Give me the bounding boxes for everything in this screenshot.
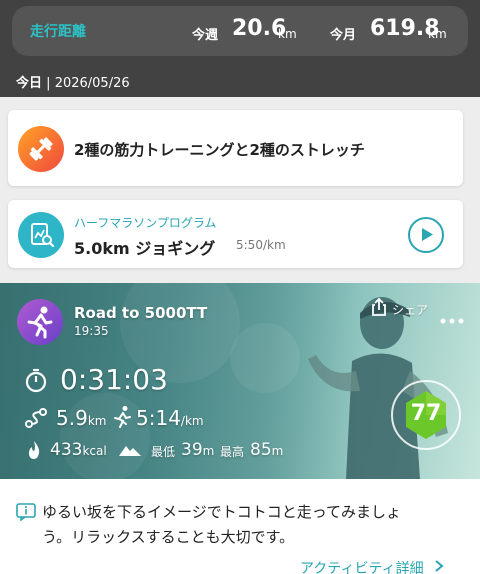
advice-message: ゆるい坂を下るイメージでトコトコと走ってみましょ う。リラックスすることも大切で… bbox=[42, 500, 462, 550]
program-pace: 5:50/km bbox=[236, 238, 286, 252]
play-button[interactable] bbox=[408, 217, 444, 253]
today-date-value: 2026/05/26 bbox=[54, 76, 130, 91]
share-icon bbox=[372, 297, 386, 316]
flame-icon bbox=[29, 441, 40, 459]
elevation-min-label: 最低 bbox=[151, 445, 176, 459]
route-icon bbox=[25, 408, 47, 428]
calories-unit: kcal bbox=[82, 444, 107, 458]
distance-unit: km bbox=[87, 414, 107, 428]
distance-number: 5.9 bbox=[56, 406, 88, 430]
duration-value: 0:31:03 bbox=[60, 363, 168, 396]
dumbbell-icon bbox=[18, 126, 64, 172]
activity-detail-label: アクティビティ詳細 bbox=[300, 561, 424, 574]
workout-card[interactable]: 2種の筋力トレーニングと2種のストレッチ bbox=[8, 110, 463, 186]
today-date: 今日 | 2026/05/26 bbox=[16, 72, 130, 91]
workout-title: 2種の筋力トレーニングと2種のストレッチ bbox=[74, 141, 365, 159]
advice-line-1: ゆるい坂を下るイメージでトコトコと走ってみましょ bbox=[42, 503, 401, 521]
calories-number: 433 bbox=[50, 440, 83, 460]
distance-value: 5.9km bbox=[56, 406, 106, 430]
month-label: 今月 bbox=[330, 28, 357, 43]
week-label: 今週 bbox=[192, 28, 219, 43]
program-subtitle: ハーフマラソンプログラム bbox=[74, 216, 217, 230]
distance-summary-card[interactable]: 走行距離 今週 20.6 km 今月 619.8 km bbox=[12, 6, 468, 56]
info-message-icon bbox=[16, 503, 36, 521]
elevation-max-unit: m bbox=[271, 444, 284, 458]
pace-number: 5:14 bbox=[136, 406, 181, 430]
share-label: シェア bbox=[392, 303, 429, 317]
program-card[interactable]: ハーフマラソンプログラム 5.0km ジョギング 5:50/km bbox=[8, 200, 463, 268]
pace-value: 5:14/km bbox=[136, 406, 204, 430]
score-value: 77 bbox=[410, 401, 442, 426]
stopwatch-icon bbox=[25, 368, 47, 393]
runner-icon bbox=[27, 306, 53, 339]
more-icon bbox=[440, 318, 464, 324]
mountain-icon bbox=[119, 446, 141, 456]
elevation-min-value: 39m bbox=[181, 440, 214, 460]
runner-avatar bbox=[17, 299, 63, 345]
header-area: 走行距離 今週 20.6 km 今月 619.8 km 今日 | 2026/05… bbox=[0, 0, 480, 97]
elevation-max-number: 85 bbox=[250, 440, 272, 460]
date-separator: | bbox=[46, 76, 51, 91]
month-unit: km bbox=[428, 27, 447, 41]
program-title: 5.0km ジョギング bbox=[74, 239, 216, 258]
activity-card[interactable]: Road to 5000TT 19:35 シェア 0:31:03 5.9km 5… bbox=[0, 283, 480, 479]
more-menu-button[interactable] bbox=[440, 309, 464, 324]
pace-unit: /km bbox=[180, 414, 204, 428]
activity-name: Road to 5000TT bbox=[74, 304, 208, 322]
week-unit: km bbox=[278, 27, 297, 41]
distance-label: 走行距離 bbox=[30, 24, 86, 40]
chevron-right-icon bbox=[435, 560, 444, 572]
play-icon bbox=[422, 228, 433, 241]
advice-line-2: う。リラックスすることも大切です。 bbox=[42, 528, 295, 546]
elevation-max-label: 最高 bbox=[220, 445, 245, 459]
today-label: 今日 bbox=[16, 76, 43, 91]
report-search-icon bbox=[18, 212, 64, 258]
score-badge[interactable]: 77 bbox=[391, 380, 461, 450]
elevation-min-number: 39 bbox=[181, 440, 203, 460]
calories-value: 433kcal bbox=[50, 440, 107, 460]
activity-time: 19:35 bbox=[74, 324, 109, 338]
pace-runner-icon bbox=[114, 406, 131, 428]
elevation-min-unit: m bbox=[202, 444, 215, 458]
elevation-max-value: 85m bbox=[250, 440, 283, 460]
activity-detail-link[interactable]: アクティビティ詳細 bbox=[300, 558, 444, 574]
